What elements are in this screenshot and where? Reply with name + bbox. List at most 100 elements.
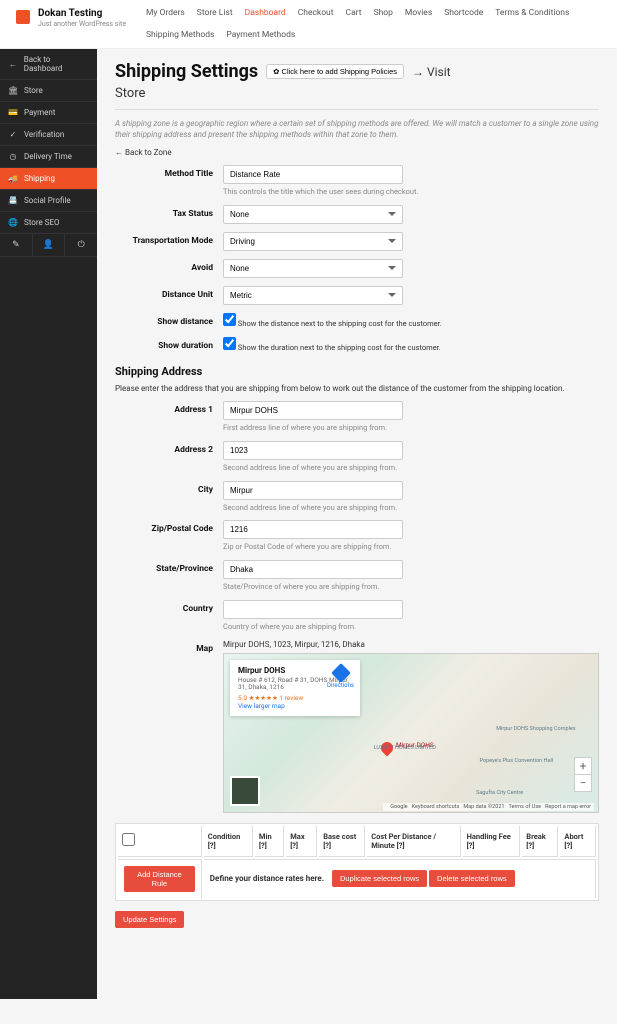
user-icon[interactable]: 👤 <box>33 234 66 256</box>
edit-icon[interactable]: ✎ <box>0 234 33 256</box>
map-poi: Popeye's Plus Convention Hall <box>480 758 554 764</box>
sidebar-icon: 🚚 <box>8 174 18 183</box>
tax-status-label: Tax Status <box>115 205 223 224</box>
map-poi: LUXURY HOMES LIMITED <box>374 745 436 751</box>
delete-rows-button[interactable]: Delete selected rows <box>429 870 515 887</box>
add-policies-button[interactable]: ✿ Click here to add Shipping Policies <box>266 64 404 79</box>
tax-status-select[interactable]: None <box>223 205 403 224</box>
nav-dashboard[interactable]: Dashboard <box>245 8 286 18</box>
sidebar-icon: ← <box>8 60 18 69</box>
map-widget[interactable]: Mirpur DOHS House # 612, Road # 31, DOHS… <box>223 653 599 813</box>
zip-label: Zip/Postal Code <box>115 520 223 552</box>
sidebar-item-shipping[interactable]: 🚚Shipping <box>0 168 97 190</box>
country-label: Country <box>115 600 223 632</box>
sidebar-icon: 🏛 <box>8 86 18 95</box>
satellite-thumb[interactable] <box>230 776 260 806</box>
add-distance-rule-button[interactable]: Add Distance Rule <box>124 866 195 892</box>
intro-text: A shipping zone is a geographic region w… <box>115 109 599 140</box>
update-settings-button[interactable]: Update Settings <box>115 911 184 928</box>
page-subtitle: Store <box>115 86 599 101</box>
transport-select[interactable]: Driving <box>223 232 403 251</box>
address2-input[interactable] <box>223 441 403 460</box>
define-rates-text: Define your distance rates here. <box>210 874 324 883</box>
rates-header: Break [?] <box>522 826 558 857</box>
map-label: Map <box>115 640 223 813</box>
transport-label: Transportation Mode <box>115 232 223 251</box>
map-poi: Mirpur DOHS Shopping Complex <box>496 726 575 732</box>
directions-icon <box>331 663 351 683</box>
select-all-checkbox[interactable] <box>122 833 135 846</box>
directions-link[interactable]: Directions <box>327 666 354 689</box>
sidebar-item-delivery-time[interactable]: ◷Delivery Time <box>0 146 97 168</box>
city-label: City <box>115 481 223 513</box>
country-input[interactable] <box>223 600 403 619</box>
map-address-text: Mirpur DOHS, 1023, Mirpur, 1216, Dhaka <box>223 640 599 649</box>
method-title-help: This controls the title which the user s… <box>223 187 599 197</box>
method-title-input[interactable] <box>223 165 403 184</box>
top-nav: My Orders Store List Dashboard Checkout Cart… <box>146 8 601 40</box>
visit-link[interactable]: → Visit <box>412 65 451 79</box>
show-duration-label: Show duration <box>115 337 223 353</box>
address1-input[interactable] <box>223 401 403 420</box>
sidebar-icon: ✓ <box>8 130 18 139</box>
zip-input[interactable] <box>223 520 403 539</box>
distance-unit-select[interactable]: Metric <box>223 286 403 305</box>
sidebar-item-store-seo[interactable]: 🌐Store SEO <box>0 212 97 234</box>
back-to-zone-link[interactable]: ← Back to Zone <box>115 148 599 157</box>
brand-subtitle: Just another WordPress site <box>38 20 126 28</box>
sidebar-icon-row: ✎ 👤 ⏻ <box>0 234 97 257</box>
rates-header: Cost Per Distance / Minute [?] <box>367 826 460 857</box>
rates-header <box>118 826 202 857</box>
nav-store-list[interactable]: Store List <box>197 8 233 18</box>
brand: Dokan Testing Just another WordPress sit… <box>16 8 146 28</box>
top-bar: Dokan Testing Just another WordPress sit… <box>0 0 617 49</box>
nav-cart[interactable]: Cart <box>346 8 362 18</box>
show-duration-checkbox[interactable] <box>223 337 236 350</box>
brand-title: Dokan Testing <box>38 8 126 20</box>
nav-shipping-methods[interactable]: Shipping Methods <box>146 30 214 40</box>
nav-terms-conditions[interactable]: Terms & Conditions <box>495 8 569 18</box>
zoom-controls: + − <box>574 757 592 792</box>
nav-checkout[interactable]: Checkout <box>298 8 334 18</box>
sidebar-icon: 📇 <box>8 196 18 205</box>
nav-shop[interactable]: Shop <box>374 8 393 18</box>
rates-table: Condition [?]Min [?]Max [?]Base cost [?]… <box>115 823 599 901</box>
avoid-select[interactable]: None <box>223 259 403 278</box>
main-content: Shipping Settings ✿ Click here to add Sh… <box>97 49 617 999</box>
nav-payment-methods[interactable]: Payment Methods <box>226 30 295 40</box>
address1-label: Address 1 <box>115 401 223 433</box>
shipping-address-heading: Shipping Address <box>115 365 599 378</box>
map-info-card: Mirpur DOHS House # 612, Road # 31, DOHS… <box>230 660 360 717</box>
state-label: State/Province <box>115 560 223 592</box>
sidebar-icon: 💳 <box>8 108 18 117</box>
brand-logo-icon <box>16 10 30 24</box>
page-title: Shipping Settings <box>115 61 258 82</box>
sidebar: ←Back to Dashboard🏛Store💳Payment✓Verific… <box>0 49 97 999</box>
show-distance-checkbox[interactable] <box>223 313 236 326</box>
rates-header: Condition [?] <box>204 826 253 857</box>
sidebar-icon: ◷ <box>8 152 18 161</box>
sidebar-item-store[interactable]: 🏛Store <box>0 80 97 102</box>
map-attribution: GoogleKeyboard shortcutsMap data ©2021Te… <box>383 803 594 811</box>
sidebar-item-social-profile[interactable]: 📇Social Profile <box>0 190 97 212</box>
rates-header: Base cost [?] <box>319 826 365 857</box>
distance-unit-label: Distance Unit <box>115 286 223 305</box>
state-input[interactable] <box>223 560 403 579</box>
nav-movies[interactable]: Movies <box>405 8 432 18</box>
nav-my-orders[interactable]: My Orders <box>146 8 185 18</box>
nav-shortcode[interactable]: Shortcode <box>444 8 483 18</box>
view-larger-map-link[interactable]: View larger map <box>238 702 352 710</box>
method-title-label: Method Title <box>115 165 223 197</box>
city-input[interactable] <box>223 481 403 500</box>
rates-header: Max [?] <box>286 826 317 857</box>
address2-label: Address 2 <box>115 441 223 473</box>
duplicate-rows-button[interactable]: Duplicate selected rows <box>332 870 427 887</box>
sidebar-item-payment[interactable]: 💳Payment <box>0 102 97 124</box>
sidebar-item-back-to-dashboard[interactable]: ←Back to Dashboard <box>0 49 97 80</box>
shipping-address-desc: Please enter the address that you are sh… <box>115 384 599 393</box>
zoom-out-button[interactable]: − <box>575 775 591 791</box>
power-icon[interactable]: ⏻ <box>65 234 97 256</box>
rates-header: Abort [?] <box>560 826 596 857</box>
zoom-in-button[interactable]: + <box>575 758 591 775</box>
sidebar-item-verification[interactable]: ✓Verification <box>0 124 97 146</box>
